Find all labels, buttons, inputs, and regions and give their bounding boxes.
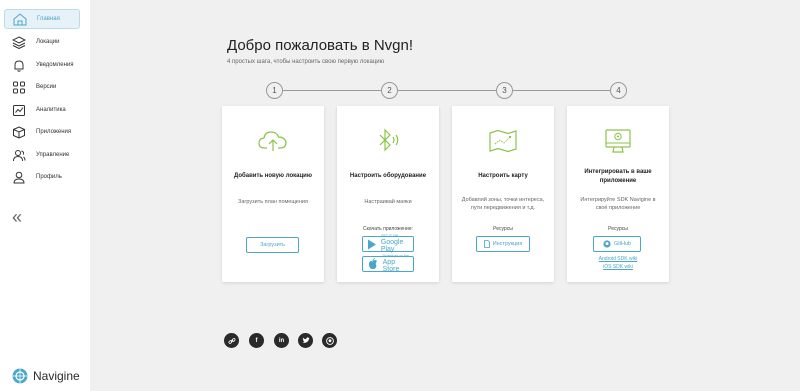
layers-icon [8,32,30,52]
sidebar-item-management[interactable]: Управление [4,145,80,165]
analytics-icon [8,100,30,120]
bell-icon [8,55,30,75]
page-subtitle: 4 простых шага, чтобы настроить свою пер… [227,59,385,65]
sidebar-item-home[interactable]: Главная [4,9,80,29]
github-icon[interactable] [322,333,337,348]
sidebar-item-label: Уведомления [36,62,74,68]
monitor-icon [567,124,669,158]
github-icon [603,240,611,248]
step-connector [512,90,611,91]
resources-label: Ресурсы [493,226,513,232]
map-icon [452,124,554,158]
card-description-line2: своё приложение [595,205,641,211]
card-setup-map: Настроить карту Добавляй зоны, точки инт… [452,106,554,282]
cube-icon [8,122,30,142]
google-play-icon [366,237,378,251]
linkedin-icon[interactable]: in [274,333,289,348]
logo-text: Navigine [33,369,80,383]
logo: Navigine [12,368,80,384]
card-setup-hardware: Настроить оборудование Настраивай маяки … [337,106,439,282]
sidebar-item-label: Аналитика [36,107,66,113]
sidebar-item-label: Главная [37,16,60,22]
google-play-button[interactable]: GET IT ON Google Play [362,235,414,253]
sidebar-item-versions[interactable]: Версии [4,77,80,97]
github-button[interactable]: GitHub [593,236,641,252]
sidebar-item-label: Локации [36,39,60,45]
android-sdk-wiki-link[interactable]: Android SDK wiki [567,256,669,262]
sidebar-item-analytics[interactable]: Аналитика [4,100,80,120]
card-integrate-app: Интегрировать в ваше приложение Интегрир… [567,106,669,282]
collapse-sidebar-button[interactable]: « [12,208,22,226]
instruction-button[interactable]: Инструкция [476,236,530,252]
sidebar: Главная Локации Уведомления Версии Анали… [0,0,90,391]
step-1: 1 [266,82,283,99]
resources-label: Ресурсы [608,226,628,232]
navigine-logo-icon [12,368,28,384]
upload-button[interactable]: Загрузить [246,237,299,253]
sidebar-item-label: Приложения [36,129,72,135]
sidebar-item-label: Профиль [36,174,62,180]
ios-sdk-wiki-link[interactable]: iOS SDK wiki [567,264,669,270]
card-description: Загрузить план помещения [238,199,308,205]
sidebar-item-profile[interactable]: Профиль [4,167,80,187]
step-2: 2 [381,82,398,99]
link-icon[interactable] [224,333,239,348]
card-description-line1: Добавляй зоны, точки интереса, [461,197,545,203]
cloud-upload-icon [222,124,324,158]
sidebar-item-apps[interactable]: Приложения [4,122,80,142]
card-description-line2: пути передвижения и т.д. [470,205,536,211]
step-connector [282,90,382,91]
users-icon [8,145,30,165]
card-title: Настроить оборудование [349,173,427,179]
instruction-button-label: Инструкция [492,241,523,247]
google-play-label: Google Play [380,238,404,253]
step-connector [397,90,497,91]
github-button-label: GitHub [613,241,632,247]
sidebar-item-label: Версии [36,84,57,90]
download-app-label: Скачать приложение: [363,226,413,232]
app-store-button[interactable]: Download on the App Store [362,255,414,273]
card-add-location: Добавить новую локацию Загрузить план по… [222,106,324,282]
grid-icon [8,77,30,97]
step-3: 3 [496,82,513,99]
card-title-line1: Интегрировать в ваше [584,169,652,175]
card-title: Добавить новую локацию [234,173,312,179]
user-icon [8,167,30,187]
bluetooth-icon [337,124,439,158]
card-title-line2: приложение [599,178,637,184]
sidebar-item-label: Управление [36,152,70,158]
sidebar-item-locations[interactable]: Локации [4,32,80,52]
step-4: 4 [610,82,627,99]
app-store-label: App Store [382,258,400,273]
twitter-icon[interactable] [298,333,313,348]
sidebar-item-notifications[interactable]: Уведомления [4,55,80,75]
home-icon [9,9,31,29]
card-description: Настраивай маяки [364,199,412,205]
apple-icon [366,257,380,271]
page-title: Добро пожаловать в Nvgn! [227,37,414,54]
document-icon [483,240,490,248]
card-title: Настроить карту [478,173,528,179]
facebook-icon[interactable]: f [249,333,264,348]
card-description-line1: Интегрируйте SDK Navigine в [580,197,656,203]
